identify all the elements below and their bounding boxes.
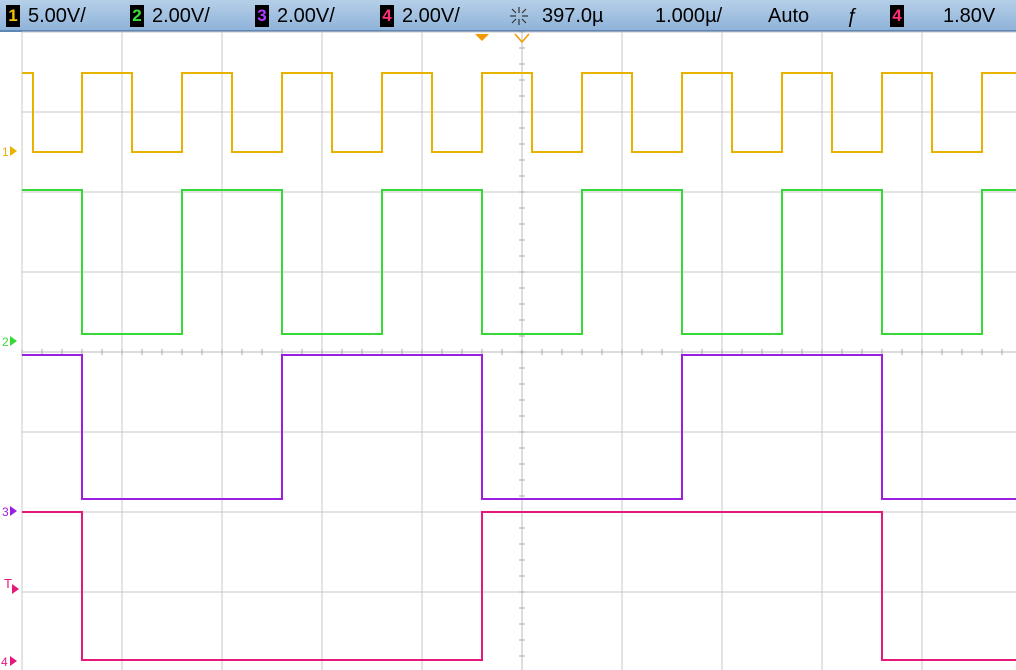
delay-marker-icon [475,34,489,41]
channel-1-ground-marker[interactable]: 1 [2,145,17,159]
channel-4-ground-marker[interactable]: 4 [1,655,17,669]
channel-3-trace [22,354,1016,500]
channel-2-marker-label: 2 [2,335,9,349]
channel-4-marker-label: 4 [1,655,8,669]
channel-2-trace [22,189,1016,335]
channel-2-ground-marker[interactable]: 2 [2,335,17,349]
trigger-marker-label: T [4,576,12,591]
channel-3-ground-marker[interactable]: 3 [2,505,17,519]
traces [22,72,1016,661]
channel-3-marker-label: 3 [2,505,9,519]
channel-1-marker-label: 1 [2,145,9,159]
channel-4-trace [22,511,1016,661]
trigger-level-marker[interactable]: T [4,576,19,594]
waveform-display[interactable]: 1 2 3 T 4 [0,0,1016,670]
graticule [21,31,1016,670]
